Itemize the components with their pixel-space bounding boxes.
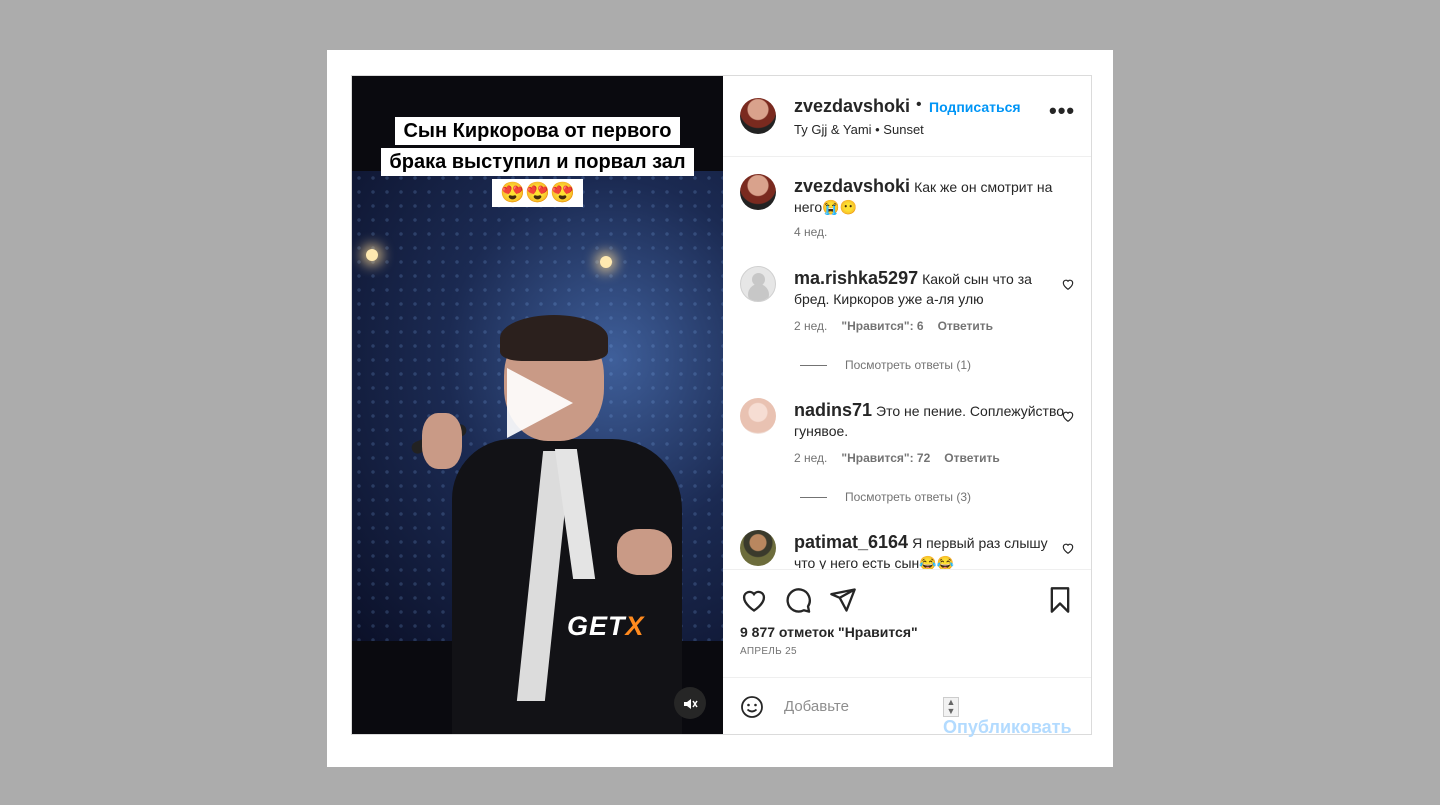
avatar[interactable] — [740, 174, 776, 210]
comment-likes[interactable]: "Нравится": 6 — [841, 319, 923, 333]
like-comment-heart-icon[interactable] — [1061, 277, 1075, 291]
share-icon[interactable] — [829, 586, 857, 614]
add-comment-bar: Добавьте ▲ ▼Опубликовать — [723, 677, 1091, 738]
avatar[interactable] — [740, 98, 776, 134]
comment-icon[interactable] — [784, 586, 812, 614]
comment-meta: 4 нед. — [794, 225, 841, 239]
comment-likes[interactable]: "Нравится": 72 — [841, 451, 930, 465]
reply-button[interactable]: Ответить — [944, 451, 999, 465]
audio-track[interactable]: Ty Gjj & Yami • Sunset — [794, 122, 924, 137]
singer-hand — [617, 529, 672, 575]
avatar[interactable] — [740, 398, 776, 434]
likes-count[interactable]: 9 877 отметок "Нравится" — [740, 624, 918, 640]
comment-input[interactable]: Добавьте — [784, 698, 849, 715]
comment-username[interactable]: ma.rishka5297 — [794, 268, 918, 288]
list-item: patimat_6164 Я первый раз слышу что у нег… — [794, 532, 1064, 569]
comment-username[interactable]: nadins71 — [794, 400, 872, 420]
follow-button[interactable]: Подписаться — [929, 99, 1021, 115]
comment-meta: 2 нед. "Нравится": 72 Ответить — [794, 451, 1014, 465]
more-options-icon[interactable]: ••• — [1049, 98, 1075, 124]
post-sidebar: zvezdavshoki • Подписаться Ty Gjj & Yami… — [723, 76, 1091, 738]
like-comment-heart-icon[interactable] — [1061, 409, 1075, 423]
like-heart-icon[interactable] — [740, 586, 768, 614]
comment-time[interactable]: 4 нед. — [794, 225, 827, 239]
save-bookmark-icon[interactable] — [1046, 586, 1074, 614]
comments-list[interactable]: zvezdavshoki Как же он смотрит на него😭😶 … — [723, 157, 1091, 569]
emoji-icon[interactable] — [740, 695, 764, 719]
instagram-post: Сын Киркорова от первого брака выступил … — [351, 75, 1092, 738]
getx-watermark: GETX — [567, 611, 645, 641]
video-player[interactable]: Сын Киркорова от первого брака выступил … — [352, 76, 723, 734]
list-item: zvezdavshoki Как же он смотрит на него😭😶 — [794, 176, 1064, 217]
reply-button[interactable]: Ответить — [938, 319, 993, 333]
video-caption: Сын Киркорова от первого брака выступил … — [381, 116, 694, 209]
post-actions: 9 877 отметок "Нравится" АПРЕЛЬ 25 — [723, 569, 1091, 676]
stage-light — [600, 256, 612, 268]
avatar[interactable] — [740, 530, 776, 566]
list-item: nadins71 Это не пение. Соплежуйство гуняв… — [794, 400, 1064, 441]
comment-meta: 2 нед. "Нравится": 6 Ответить — [794, 319, 1007, 333]
separator-dot: • — [916, 96, 922, 113]
view-replies-button[interactable]: Посмотреть ответы (1) — [800, 358, 971, 372]
comment-username[interactable]: patimat_6164 — [794, 532, 908, 552]
post-date[interactable]: АПРЕЛЬ 25 — [740, 646, 797, 657]
stage-light — [366, 249, 378, 261]
view-replies-button[interactable]: Посмотреть ответы (3) — [800, 490, 971, 504]
like-comment-heart-icon[interactable] — [1061, 541, 1075, 555]
comment-time[interactable]: 2 нед. — [794, 319, 827, 333]
avatar[interactable] — [740, 266, 776, 302]
post-header: zvezdavshoki • Подписаться Ty Gjj & Yami… — [723, 76, 1091, 157]
comment-time[interactable]: 2 нед. — [794, 451, 827, 465]
chevron-updown-icon: ▲ ▼ — [943, 697, 959, 718]
singer-hand — [422, 413, 462, 469]
singer-hair — [500, 315, 608, 361]
play-icon[interactable] — [507, 368, 573, 438]
comment-username[interactable]: zvezdavshoki — [794, 176, 910, 196]
author-username[interactable]: zvezdavshoki — [794, 96, 910, 117]
mute-icon[interactable] — [674, 687, 706, 719]
publish-button[interactable]: ▲ ▼Опубликовать — [943, 696, 1091, 738]
list-item: ma.rishka5297 Какой сын что за бред. Кирк… — [794, 268, 1064, 309]
